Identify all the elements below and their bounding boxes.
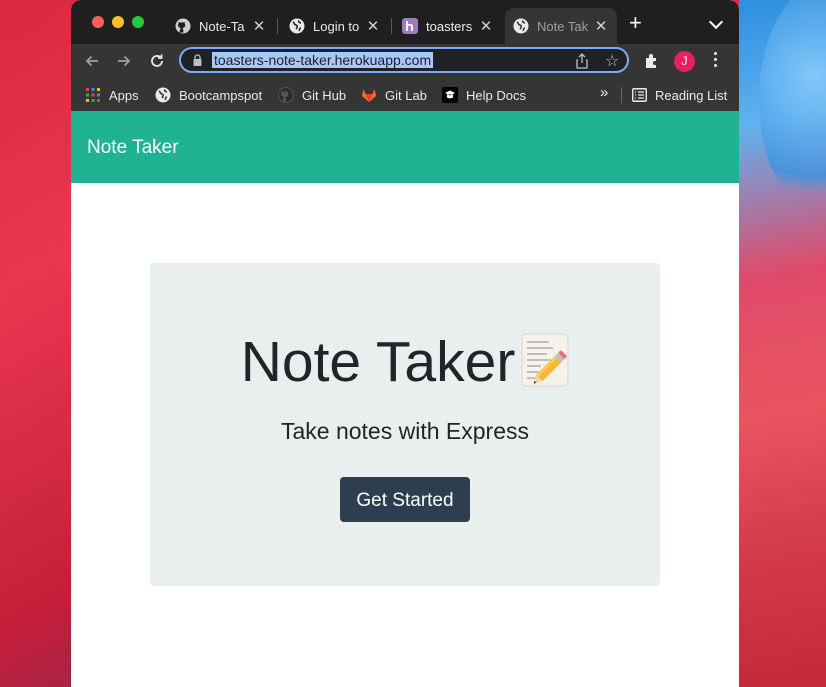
close-tab-icon[interactable]: ✕ (251, 17, 267, 35)
bookmark-bootcampspot[interactable]: Bootcampspot (155, 86, 262, 104)
close-tab-icon[interactable]: ✕ (365, 17, 381, 35)
hero-jumbotron: Note Taker Take notes with Express Get S (150, 263, 660, 586)
profile-avatar[interactable]: J (674, 51, 695, 72)
reading-list-icon (631, 87, 647, 103)
close-tab-icon[interactable]: ✕ (478, 17, 494, 35)
memo-icon (521, 333, 569, 387)
reading-list-button[interactable]: Reading List (631, 86, 727, 104)
bookmark-label: Apps (109, 87, 139, 103)
minimize-window-button[interactable] (112, 16, 124, 28)
apps-grid-icon (85, 87, 101, 103)
browser-window: Note-Ta ✕ Login to ✕ toasters ✕ Note Tak… (71, 0, 739, 687)
globe-icon (155, 87, 171, 103)
bookmark-gitlab[interactable]: Git Lab (361, 86, 427, 104)
tab-strip: Note-Ta ✕ Login to ✕ toasters ✕ Note Tak… (71, 0, 739, 44)
hero-title-row: Note Taker (150, 327, 660, 397)
address-bar[interactable]: toasters-note-taker.herokuapp.com ☆ (179, 47, 629, 73)
globe-icon (513, 18, 529, 34)
tab-github[interactable]: Note-Ta ✕ (167, 8, 275, 44)
bookmark-label: Bootcampspot (179, 87, 263, 103)
close-tab-icon[interactable]: ✕ (593, 17, 609, 35)
hero-title: Note Taker (240, 330, 516, 394)
bookmark-star-icon[interactable]: ☆ (605, 51, 619, 71)
bookmarks-bar: Apps Bootcampspot Git Hub Git Lab Help D… (71, 78, 739, 113)
new-tab-button[interactable]: + (629, 12, 642, 34)
close-window-button[interactable] (92, 16, 104, 28)
tab-heroku[interactable]: toasters ✕ (394, 8, 502, 44)
back-arrow-icon[interactable] (83, 52, 101, 70)
tab-title: toasters (426, 18, 473, 34)
extensions-puzzle-icon[interactable] (643, 52, 661, 70)
tab-separator (391, 18, 392, 34)
bookmark-label: Git Hub (302, 87, 347, 103)
help-docs-icon (442, 87, 458, 103)
bookmark-label: Help Docs (466, 87, 526, 103)
gitlab-icon (361, 87, 377, 103)
browser-toolbar: toasters-note-taker.herokuapp.com ☆ J (71, 44, 739, 78)
tab-title: Note-Ta (199, 18, 245, 34)
globe-icon (289, 18, 305, 34)
desktop-wallpaper (739, 0, 826, 687)
bookmark-label: Git Lab (385, 87, 427, 103)
tab-separator (277, 18, 278, 34)
maximize-window-button[interactable] (132, 16, 144, 28)
get-started-button[interactable]: Get Started (340, 477, 470, 522)
tab-login[interactable]: Login to ✕ (281, 8, 389, 44)
browser-menu-icon[interactable] (714, 52, 718, 70)
bookmarks-separator (621, 87, 622, 103)
bookmark-github[interactable]: Git Hub (278, 86, 346, 104)
forward-arrow-icon[interactable] (115, 52, 133, 70)
site-navbar: Note Taker (71, 111, 739, 183)
reload-icon[interactable] (148, 52, 166, 70)
heroku-icon (402, 18, 418, 34)
tab-search-chevron-icon[interactable] (708, 14, 724, 30)
reading-list-label: Reading List (655, 87, 728, 103)
bookmark-help-docs[interactable]: Help Docs (442, 86, 526, 104)
github-icon (175, 18, 191, 34)
url-text[interactable]: toasters-note-taker.herokuapp.com (212, 52, 434, 68)
bookmark-apps[interactable]: Apps (85, 86, 139, 104)
tab-note-taker-active[interactable]: Note Tak ✕ (505, 8, 617, 44)
github-icon (278, 87, 294, 103)
navbar-brand[interactable]: Note Taker (87, 137, 179, 159)
more-bookmarks-button[interactable]: » (600, 84, 608, 101)
tab-title: Login to (313, 18, 360, 34)
share-icon[interactable] (575, 53, 589, 73)
lock-icon (193, 54, 202, 66)
tab-title: Note Tak (537, 18, 589, 34)
hero-subtitle: Take notes with Express (280, 418, 529, 444)
